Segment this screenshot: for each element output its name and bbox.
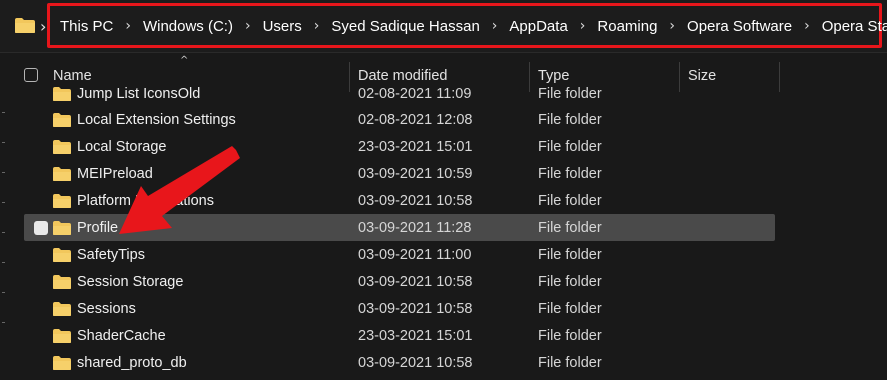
list-item[interactable]: Sessions 03-09-2021 10:58 File folder (24, 295, 775, 322)
row-checkbox[interactable] (34, 221, 48, 235)
list-item[interactable]: MEIPreload 03-09-2021 10:59 File folder (24, 160, 775, 187)
file-date: 03-09-2021 10:58 (358, 193, 473, 209)
file-date: 03-09-2021 10:59 (358, 166, 473, 182)
breadcrumb: This PC › Windows (C:) › Users › Syed Sa… (60, 16, 887, 36)
file-name[interactable]: Platform Notifications (77, 193, 214, 209)
list-item[interactable]: ShaderCache 23-03-2021 15:01 File folder (24, 322, 775, 349)
breadcrumb-item[interactable]: Users (263, 18, 302, 35)
file-name[interactable]: Local Extension Settings (77, 112, 236, 128)
folder-icon (53, 221, 71, 235)
file-date: 03-09-2021 10:58 (358, 301, 473, 317)
folder-icon[interactable] (14, 17, 36, 34)
chevron-right-icon[interactable]: › (125, 18, 131, 34)
breadcrumb-item[interactable]: Syed Sadique Hassan (331, 18, 479, 35)
file-name[interactable]: shared_proto_db (77, 355, 187, 371)
file-date: 03-09-2021 11:00 (358, 247, 472, 263)
file-type: File folder (538, 86, 602, 102)
file-date: 23-03-2021 15:01 (358, 139, 473, 155)
folder-icon (53, 113, 71, 127)
file-date: 23-03-2021 15:01 (358, 328, 473, 344)
chevron-right-icon[interactable]: › (492, 18, 498, 34)
folder-icon (53, 87, 71, 101)
breadcrumb-item[interactable]: Windows (C:) (143, 18, 233, 35)
list-item[interactable]: Jump List IconsOld 02-08-2021 11:09 File… (24, 80, 775, 107)
chevron-right-icon[interactable]: › (804, 18, 810, 34)
file-type: File folder (538, 112, 602, 128)
divider (0, 52, 887, 53)
list-item-selected[interactable]: Profile 03-09-2021 11:28 File folder (24, 214, 775, 241)
file-list: Jump List IconsOld 02-08-2021 11:09 File… (0, 80, 887, 380)
breadcrumb-item[interactable]: This PC (60, 18, 113, 35)
file-name[interactable]: MEIPreload (77, 166, 153, 182)
list-item[interactable]: Session Storage 03-09-2021 10:58 File fo… (24, 268, 775, 295)
file-type: File folder (538, 301, 602, 317)
folder-icon (53, 275, 71, 289)
file-type: File folder (538, 193, 602, 209)
chevron-right-icon[interactable]: › (669, 18, 675, 34)
file-type: File folder (538, 328, 602, 344)
file-name[interactable]: ShaderCache (77, 328, 166, 344)
folder-icon (53, 194, 71, 208)
file-date: 02-08-2021 11:09 (358, 86, 472, 102)
file-date: 03-09-2021 10:58 (358, 355, 473, 371)
file-type: File folder (538, 274, 602, 290)
folder-icon (53, 356, 71, 370)
chevron-right-icon[interactable]: › (314, 18, 320, 34)
breadcrumb-item[interactable]: Roaming (597, 18, 657, 35)
file-name[interactable]: Jump List IconsOld (77, 86, 200, 102)
file-type: File folder (538, 166, 602, 182)
list-item[interactable]: shared_proto_db 03-09-2021 10:58 File fo… (24, 349, 775, 376)
file-name[interactable]: Sessions (77, 301, 136, 317)
file-type: File folder (538, 220, 602, 236)
file-name[interactable]: Session Storage (77, 274, 183, 290)
folder-icon (53, 302, 71, 316)
file-date: 03-09-2021 10:58 (358, 274, 473, 290)
list-item[interactable]: Local Storage 23-03-2021 15:01 File fold… (24, 133, 775, 160)
list-item[interactable]: Local Extension Settings 02-08-2021 12:0… (24, 106, 775, 133)
breadcrumb-item[interactable]: AppData (509, 18, 567, 35)
list-item[interactable]: SafetyTips 03-09-2021 11:00 File folder (24, 241, 775, 268)
address-bar[interactable]: › This PC › Windows (C:) › Users › Syed … (0, 0, 887, 52)
folder-icon (53, 248, 71, 262)
breadcrumb-item[interactable]: Opera Software (687, 18, 792, 35)
file-date: 03-09-2021 11:28 (358, 220, 472, 236)
chevron-right-icon[interactable]: › (245, 18, 251, 34)
chevron-right-icon[interactable]: › (40, 17, 46, 36)
file-type: File folder (538, 139, 602, 155)
folder-icon (53, 329, 71, 343)
file-name[interactable]: Profile (77, 220, 118, 236)
file-name[interactable]: SafetyTips (77, 247, 145, 263)
chevron-right-icon[interactable]: › (580, 18, 586, 34)
folder-icon (53, 167, 71, 181)
breadcrumb-item[interactable]: Opera Stable (822, 18, 887, 35)
file-name[interactable]: Local Storage (77, 139, 166, 155)
file-type: File folder (538, 247, 602, 263)
folder-icon (53, 140, 71, 154)
list-item[interactable]: Platform Notifications 03-09-2021 10:58 … (24, 187, 775, 214)
file-date: 02-08-2021 12:08 (358, 112, 473, 128)
file-type: File folder (538, 355, 602, 371)
